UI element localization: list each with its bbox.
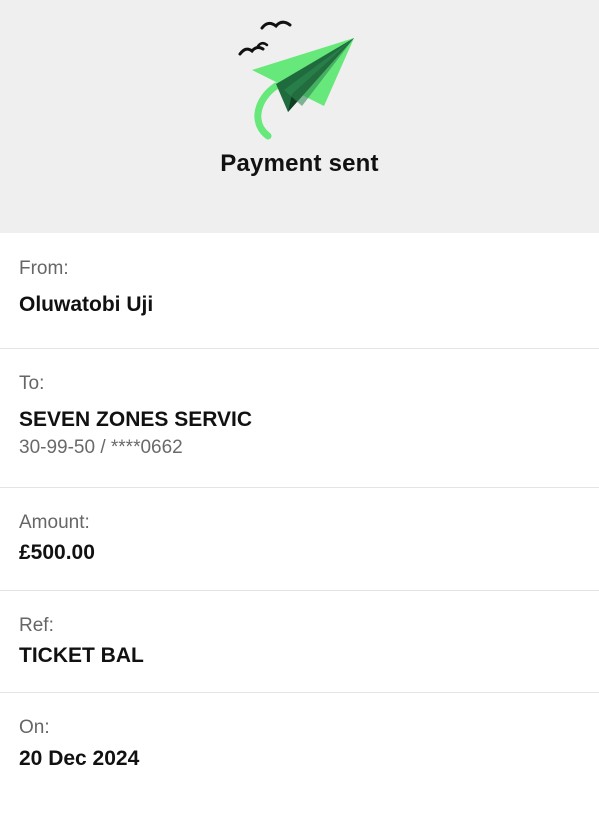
- confirmation-header: Payment sent: [0, 0, 599, 233]
- from-value: Oluwatobi Uji: [19, 293, 154, 316]
- paper-plane-icon: [238, 20, 354, 140]
- amount-value: £500.00: [19, 541, 95, 564]
- date-label: On:: [19, 717, 50, 738]
- from-label: From:: [19, 258, 69, 279]
- date-row: On: 20 Dec 2024: [0, 693, 599, 814]
- page-title: Payment sent: [220, 150, 379, 177]
- bird-icon: [256, 42, 269, 48]
- to-row: To: SEVEN ZONES SERVIC 30-99-50 / ****06…: [0, 349, 599, 488]
- ref-row: Ref: TICKET BAL: [0, 591, 599, 693]
- amount-row: Amount: £500.00: [0, 488, 599, 591]
- to-label: To:: [19, 373, 45, 394]
- payment-confirmation-page: Payment sent From: Oluwatobi Uji To: SEV…: [0, 0, 599, 814]
- to-account-number: 30-99-50 / ****0662: [19, 437, 183, 458]
- amount-label: Amount:: [19, 512, 90, 533]
- bird-icon: [238, 45, 265, 56]
- to-value: SEVEN ZONES SERVIC: [19, 408, 253, 431]
- ref-value: TICKET BAL: [19, 644, 144, 667]
- from-row: From: Oluwatobi Uji: [0, 233, 599, 349]
- bird-icon: [260, 20, 292, 30]
- ref-label: Ref:: [19, 615, 54, 636]
- date-value: 20 Dec 2024: [19, 747, 140, 770]
